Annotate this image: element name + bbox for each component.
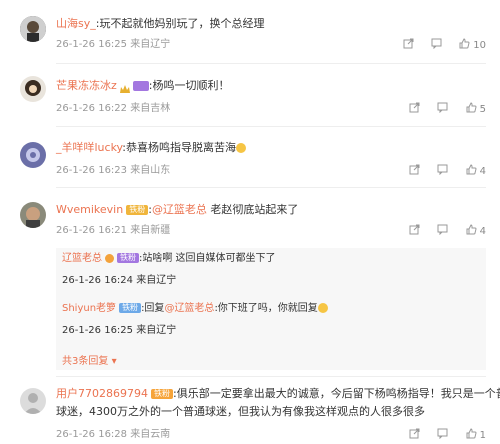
reply-item: Shiyun老箩 铁粉:回复@辽篮老总:你下班了吗，你就回复: [62, 302, 328, 316]
avatar[interactable]: [20, 388, 46, 414]
emoji-icon: [317, 303, 328, 313]
reply-username[interactable]: 辽篮老总: [62, 253, 102, 264]
username[interactable]: Wvemikevin: [56, 203, 123, 216]
comment-icon[interactable]: [437, 164, 448, 180]
username[interactable]: 用户7702869794: [56, 387, 148, 400]
mention-link[interactable]: @辽篮老总: [152, 203, 207, 216]
share-icon[interactable]: [409, 102, 420, 118]
reply-prefix: :回复: [141, 303, 165, 314]
like-count: 4: [479, 166, 486, 177]
comment-text: :玩不起就他妈别玩了，换个总经理: [95, 17, 265, 30]
share-icon[interactable]: [409, 224, 420, 240]
comment-text: 老赵彻底站起来了: [206, 203, 299, 216]
fan-badge: 铁粉: [119, 303, 142, 313]
like-count: 4: [479, 226, 486, 237]
reply-meta: 26-1-26 16:25 来自辽宁: [62, 325, 177, 336]
divider: [56, 187, 486, 188]
more-replies-link[interactable]: 共3条回复 ▾: [62, 352, 117, 367]
comment-icon[interactable]: [437, 102, 448, 118]
avatar[interactable]: [20, 16, 46, 42]
chevron-down-icon: ▾: [111, 356, 117, 367]
share-icon[interactable]: [409, 164, 420, 180]
divider: [56, 63, 486, 64]
like-icon[interactable]: [459, 38, 470, 54]
fan-badge: 铁粉: [126, 205, 149, 215]
comment-meta: 26-1-26 16:23 来自山东: [56, 165, 171, 176]
avatar[interactable]: [20, 142, 46, 168]
reply-username[interactable]: Shiyun老箩: [62, 303, 116, 314]
comment-icon[interactable]: [431, 38, 442, 54]
mention-link[interactable]: @辽篮老总: [164, 303, 214, 314]
like-count: 10: [473, 40, 486, 51]
comment-icon[interactable]: [437, 224, 448, 240]
fan-badge: 铁粉: [151, 389, 173, 399]
fan-badge: 铁粉: [117, 253, 139, 263]
avatar[interactable]: [20, 76, 46, 102]
replies-panel: 辽篮老总 铁粉:站啥啊 这回自媒体可都坐下了 26-1-26 16:24 来自辽宁…: [56, 248, 486, 370]
divider: [56, 376, 486, 377]
username[interactable]: _羊咩咩lucky: [56, 141, 122, 154]
like-icon[interactable]: [466, 224, 477, 240]
comment-text: :杨鸣一切顺利！: [148, 79, 230, 92]
like-icon[interactable]: [466, 164, 477, 180]
avatar[interactable]: [20, 202, 46, 228]
crown-icon: [119, 82, 130, 93]
reply-text: :站啥啊 这回自媒体可都坐下了: [139, 253, 276, 264]
like-icon[interactable]: [466, 428, 477, 444]
level-badge: [132, 81, 149, 91]
like-icon[interactable]: [466, 102, 477, 118]
username[interactable]: 山海sy_: [56, 17, 96, 30]
comment-text: :恭喜杨鸣指导脱离苦海: [122, 141, 236, 154]
username[interactable]: 芒果冻冻冰z: [56, 79, 117, 92]
emoji-icon: [235, 143, 246, 153]
share-icon[interactable]: [403, 38, 414, 54]
verified-icon: [105, 253, 114, 263]
like-count: 1: [479, 430, 486, 441]
reply-item: 辽篮老总 铁粉:站啥啊 这回自媒体可都坐下了: [62, 252, 276, 266]
comment-meta: 26-1-26 16:21 来自新疆: [56, 225, 171, 236]
share-icon[interactable]: [409, 428, 420, 444]
divider: [56, 126, 486, 127]
reply-meta: 26-1-26 16:24 来自辽宁: [62, 275, 177, 286]
comment-meta: 26-1-26 16:25 来自辽宁: [56, 39, 171, 50]
like-count: 5: [479, 104, 486, 115]
comment-meta: 26-1-26 16:22 来自吉林: [56, 103, 171, 114]
comment-text-cont: 球迷，4300万之外的一个普通球迷，但我认为有像我这样观点的人很多很多: [56, 405, 425, 418]
comment-icon[interactable]: [437, 428, 448, 444]
reply-text: :你下班了吗，你就回复: [214, 303, 318, 314]
comment-text: :俱乐部一定要拿出最大的诚意，今后留下杨鸣杨指导！我只是一个普通: [173, 387, 500, 400]
